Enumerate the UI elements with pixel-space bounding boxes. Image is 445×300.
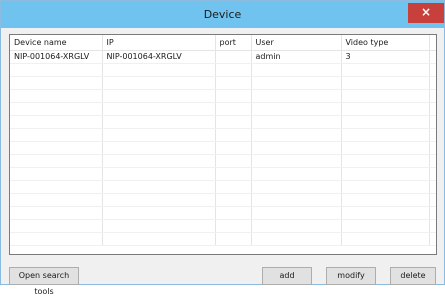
- modify-button[interactable]: modify: [326, 267, 376, 285]
- empty-row: [10, 89, 436, 103]
- device-window: Device × Device name IP port User Video …: [0, 0, 445, 296]
- window-title: Device: [203, 8, 242, 21]
- device-table: Device name IP port User Video type NIP-…: [10, 35, 436, 246]
- header-row: Device name IP port User Video type: [10, 35, 436, 51]
- empty-row: [10, 141, 436, 155]
- empty-row: [10, 180, 436, 194]
- empty-row: [10, 232, 436, 246]
- empty-row: [10, 167, 436, 181]
- empty-row: [10, 154, 436, 168]
- column-header-device-name[interactable]: Device name: [10, 35, 103, 51]
- empty-row: [10, 115, 436, 129]
- cell-port: [215, 50, 252, 64]
- cell-user: admin: [251, 50, 342, 64]
- column-header-video-type[interactable]: Video type: [341, 35, 430, 51]
- empty-row: [10, 128, 436, 142]
- empty-row: [10, 206, 436, 220]
- close-button[interactable]: ×: [408, 3, 444, 23]
- empty-row: [10, 76, 436, 90]
- empty-row: [10, 219, 436, 233]
- empty-row: [10, 193, 436, 207]
- empty-row: [10, 63, 436, 77]
- cell-device-name: NIP-001064-XRGLV: [10, 50, 103, 64]
- cell-ip: NIP-001064-XRGLV: [102, 50, 216, 64]
- device-list[interactable]: Device name IP port User Video type NIP-…: [9, 34, 437, 255]
- delete-button[interactable]: delete: [390, 267, 436, 285]
- column-header-ip[interactable]: IP: [102, 35, 216, 51]
- cell-video-type: 3: [341, 50, 430, 64]
- add-button[interactable]: add: [262, 267, 312, 285]
- column-header-user[interactable]: User: [251, 35, 342, 51]
- column-header-filler: [429, 35, 436, 51]
- title-bar: Device ×: [1, 1, 444, 28]
- cell-filler: [429, 50, 436, 64]
- empty-row: [10, 102, 436, 116]
- column-header-port[interactable]: port: [215, 35, 252, 51]
- table-row[interactable]: NIP-001064-XRGLV NIP-001064-XRGLV admin …: [10, 50, 436, 64]
- open-search-tools-button[interactable]: Open search tools: [9, 267, 79, 296]
- button-bar: Open search tools add modify delete: [1, 259, 444, 296]
- close-icon: ×: [420, 5, 432, 19]
